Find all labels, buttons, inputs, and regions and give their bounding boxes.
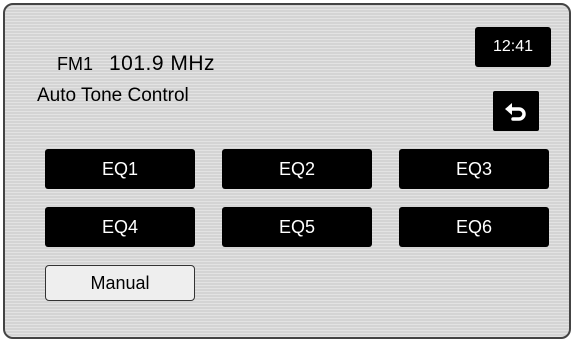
clock-display: 12:41: [475, 27, 551, 67]
eq3-button[interactable]: EQ3: [399, 149, 549, 189]
manual-button[interactable]: Manual: [45, 265, 195, 301]
eq4-button[interactable]: EQ4: [45, 207, 195, 247]
page-title: Auto Tone Control: [37, 85, 189, 106]
eq6-button[interactable]: EQ6: [399, 207, 549, 247]
eq1-button[interactable]: EQ1: [45, 149, 195, 189]
eq5-button[interactable]: EQ5: [222, 207, 372, 247]
eq2-button[interactable]: EQ2: [222, 149, 372, 189]
back-arrow-icon: [505, 103, 526, 121]
band-label: FM1: [57, 54, 93, 74]
station-info: FM1 101.9 MHz: [57, 52, 215, 76]
back-button[interactable]: [493, 91, 539, 131]
radio-display: FM1 101.9 MHz Auto Tone Control 12:41 EQ…: [3, 3, 571, 339]
frequency-label: 101.9 MHz: [109, 52, 216, 75]
